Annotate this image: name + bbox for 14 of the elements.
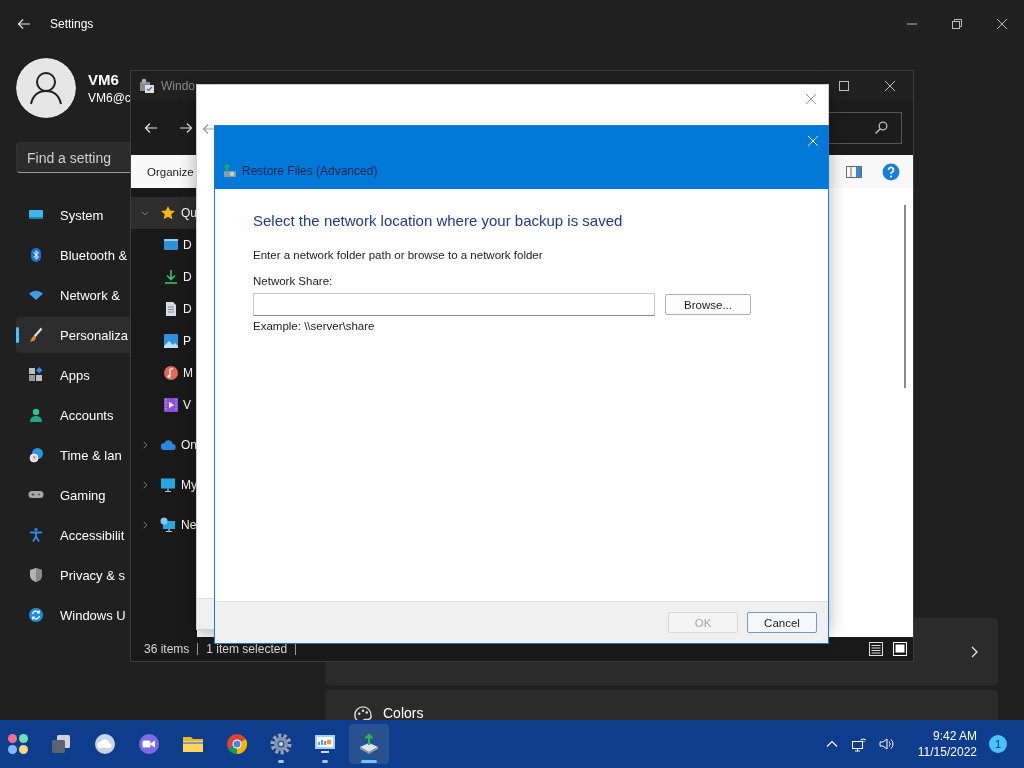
instruction-text: Enter a network folder path or browse to a network folder: [253, 249, 544, 261]
field-label: Network Share:: [253, 275, 334, 287]
window-title: Settings: [50, 17, 94, 31]
dialog-title: Restore Files (Advanced): [242, 164, 378, 178]
user-email: VM6@c: [88, 91, 131, 105]
status-text: 36 items: [144, 642, 190, 656]
dialog-heading: Select the network location where your backup is saved: [253, 212, 624, 229]
clock-time: 9:42 AM: [931, 728, 977, 744]
user-name: VM6: [88, 71, 120, 88]
example-text: Example: \\server\share: [253, 320, 376, 332]
card-title: Colors: [383, 705, 424, 720]
clock-date: 11/15/2022: [917, 744, 977, 760]
status-text: 1 item selected: [206, 642, 288, 656]
window-title: Windo: [161, 78, 195, 93]
